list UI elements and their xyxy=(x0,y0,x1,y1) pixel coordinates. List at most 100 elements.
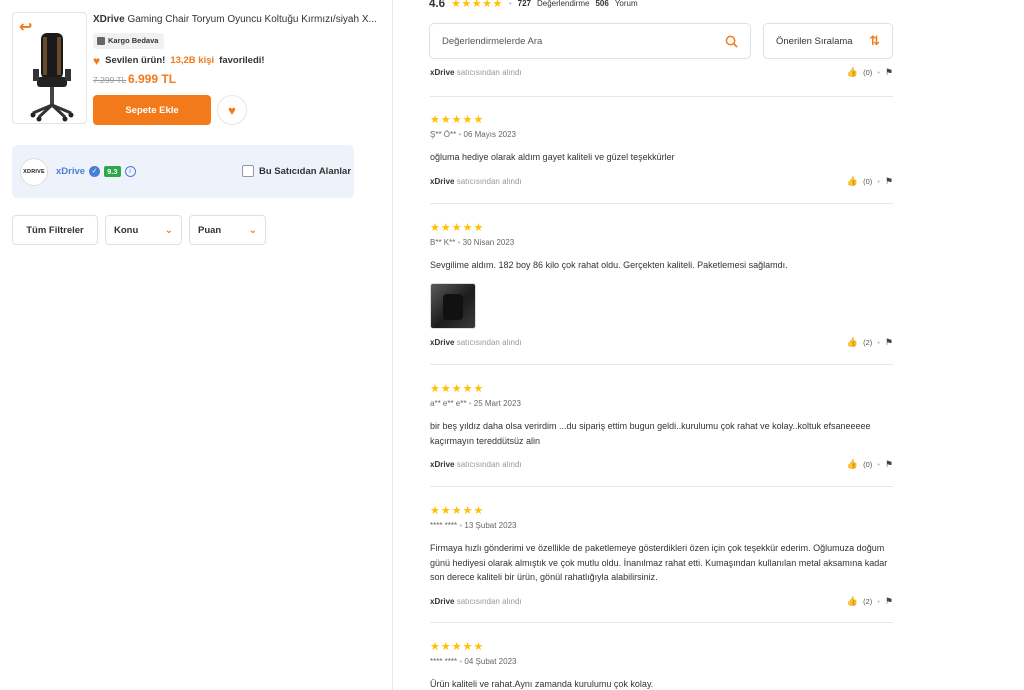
rating-summary: 4.6 ★★★★★ • 727 Değerlendirme 506 Yorum xyxy=(429,0,638,10)
separator-dot: • xyxy=(468,399,472,408)
product-title[interactable]: XDrive Gaming Chair Toryum Oyuncu Koltuğ… xyxy=(93,13,383,26)
review-actions: 👍 (2) • ⚑ xyxy=(847,337,893,348)
search-icon[interactable] xyxy=(725,35,738,48)
review-meta: a** e** e** • 25 Mart 2023 xyxy=(430,399,893,409)
only-this-seller-checkbox[interactable]: Bu Satıcıdan Alanlar xyxy=(242,165,351,177)
like-count: (0) xyxy=(863,460,873,469)
review-stars: ★★★★★ xyxy=(430,641,485,653)
seller-box: XDRIVE xDrive ✓ 9.3 i Bu Satıcıdan Alanl… xyxy=(12,145,354,198)
review-user: Ş** Ö** xyxy=(430,130,457,139)
review-user: B** K** xyxy=(430,238,456,247)
separator-dot: • xyxy=(459,657,463,666)
review-date: 30 Nisan 2023 xyxy=(462,238,515,247)
like-count: (2) xyxy=(863,596,873,606)
report-icon[interactable]: ⚑ xyxy=(885,337,893,348)
thumbs-up-icon[interactable]: 👍 xyxy=(847,67,858,78)
report-icon[interactable]: ⚑ xyxy=(885,459,893,470)
seller-logo[interactable]: XDRIVE xyxy=(20,158,48,186)
favorite-info: ♥ Sevilen ürün! 13,2B kişi favoriledi! xyxy=(93,55,265,67)
seller-name: xDrive xyxy=(430,337,455,347)
heart-icon: ♥ xyxy=(228,102,236,118)
product-name: Gaming Chair Toryum Oyuncu Koltuğu Kırmı… xyxy=(124,14,377,25)
seller-name: xDrive xyxy=(430,460,455,469)
review-search-input[interactable]: Değerlendirmelerde Ara xyxy=(429,23,751,59)
fav-count: 13,2B kişi xyxy=(170,55,215,66)
review-seller: xDrive satıcısından alındı xyxy=(430,177,522,186)
rating-count: 727 xyxy=(517,0,531,8)
rating-label: Puan xyxy=(198,224,222,236)
review-stars: ★★★★★ xyxy=(430,222,485,234)
sort-dropdown[interactable]: Önerilen Sıralama ⇅ xyxy=(763,23,893,59)
favorite-button[interactable]: ♥ xyxy=(217,95,247,125)
thumbs-up-icon[interactable]: 👍 xyxy=(847,596,858,607)
review-meta: **** **** • 04 Şubat 2023 xyxy=(430,657,893,667)
review-meta: B** K** • 30 Nisan 2023 xyxy=(430,238,893,248)
review-footer: xDrive satıcısından alındı 👍 (0) • ⚑ xyxy=(430,176,893,187)
topic-dropdown[interactable]: Konu ⌄ xyxy=(105,215,182,245)
rating-dropdown[interactable]: Puan ⌄ xyxy=(189,215,266,245)
review-text: bir beş yıldız daha olsa verirdim ...du … xyxy=(430,421,871,446)
seller-name: xDrive xyxy=(430,596,455,606)
seller-suffix: satıcısından alındı xyxy=(456,596,522,606)
review-text: Sevgilime aldım. 182 boy 86 kilo çok rah… xyxy=(430,260,788,270)
sort-label: Önerilen Sıralama xyxy=(776,35,853,47)
review-seller: xDrive satıcısından alındı xyxy=(430,597,522,606)
gaming-chair-image xyxy=(30,33,74,122)
review-list: xDrive satıcısından alındı 👍 (0) • ⚑ ★★★★★ … xyxy=(430,64,893,690)
comment-label: Yorum xyxy=(614,0,638,8)
seller-name[interactable]: xDrive xyxy=(56,166,85,177)
fav-suffix: favoriledi! xyxy=(219,55,265,66)
verified-icon: ✓ xyxy=(89,166,101,177)
checkbox-box[interactable] xyxy=(242,165,254,177)
like-count: (0) xyxy=(863,68,873,77)
all-filters-button[interactable]: Tüm Filtreler xyxy=(12,215,98,245)
review-text: oğluma hediye olarak aldım gayet kalitel… xyxy=(430,152,675,162)
thumbs-up-icon[interactable]: 👍 xyxy=(847,337,858,348)
product-brand: XDrive xyxy=(93,14,125,25)
review-photo[interactable] xyxy=(430,282,476,329)
heart-icon: ♥ xyxy=(93,54,101,68)
report-icon[interactable]: ⚑ xyxy=(885,67,893,78)
review-date: 06 Mayıs 2023 xyxy=(463,130,516,139)
seller-suffix: satıcısından alındı xyxy=(456,460,522,469)
filter-bar: Tüm Filtreler Konu ⌄ Puan ⌄ xyxy=(12,215,266,245)
review-actions: 👍 (0) • ⚑ xyxy=(847,176,893,187)
thumbs-up-icon[interactable]: 👍 xyxy=(847,176,858,187)
new-price: 6.999 TL xyxy=(128,72,177,86)
review-user: **** **** xyxy=(430,657,458,666)
report-icon[interactable]: ⚑ xyxy=(885,176,893,187)
review-item: ★★★★★ **** **** • 13 Şubat 2023 Firmaya … xyxy=(430,487,893,623)
seller-suffix: satıcısından alındı xyxy=(456,337,522,347)
review-actions: 👍 (0) • ⚑ xyxy=(847,459,893,470)
review-meta: Ş** Ö** • 06 Mayıs 2023 xyxy=(430,130,893,140)
topic-label: Konu xyxy=(114,224,139,236)
review-stars: ★★★★★ xyxy=(430,114,485,126)
cargo-label: Kargo Bedava xyxy=(108,36,159,45)
review-seller: xDrive satıcısından alındı xyxy=(430,460,522,469)
add-to-cart-button[interactable]: Sepete Ekle xyxy=(93,95,211,125)
old-price: 7.299 TL xyxy=(93,75,127,85)
chevron-down-icon: ⌄ xyxy=(164,224,173,236)
review-stars: ★★★★★ xyxy=(430,383,485,395)
seller-info: xDrive ✓ 9.3 i xyxy=(56,166,136,177)
like-count: (2) xyxy=(863,337,873,347)
review-actions: 👍 (2) • ⚑ xyxy=(847,596,893,607)
separator-dot: • xyxy=(877,460,880,469)
seller-suffix: satıcısından alındı xyxy=(456,68,522,77)
seller-name: xDrive xyxy=(430,176,455,186)
review-item: ★★★★★ **** **** • 04 Şubat 2023 Ürün kal… xyxy=(430,623,893,690)
review-footer: xDrive satıcısından alındı 👍 (2) • ⚑ xyxy=(430,596,893,607)
review-meta: **** **** • 13 Şubat 2023 xyxy=(430,521,893,531)
review-footer: xDrive satıcısından alındı 👍 (0) • ⚑ xyxy=(430,459,893,470)
only-this-seller-label: Bu Satıcıdan Alanlar xyxy=(259,165,352,177)
review-stars: ★★★★★ xyxy=(430,505,485,517)
separator-dot: • xyxy=(877,337,880,347)
info-icon[interactable]: i xyxy=(124,166,136,177)
thumbs-up-icon[interactable]: 👍 xyxy=(847,459,858,470)
review-text: Firmaya hızlı gönderimi ve özellikle de … xyxy=(430,543,888,582)
product-image[interactable]: ↩ xyxy=(12,12,87,124)
report-icon[interactable]: ⚑ xyxy=(885,596,893,607)
like-count: (0) xyxy=(863,176,873,186)
review-text: Ürün kaliteli ve rahat.Aynı zamanda kuru… xyxy=(430,679,654,689)
separator-dot: • xyxy=(457,238,461,247)
